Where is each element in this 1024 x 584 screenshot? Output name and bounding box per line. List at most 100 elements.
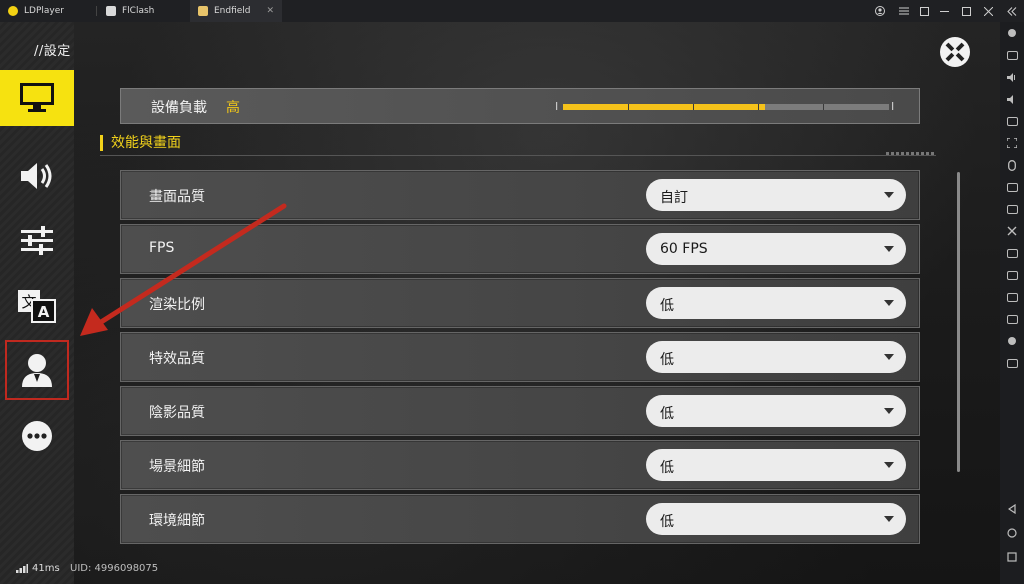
restore-icon[interactable] (914, 0, 934, 22)
volume-down-icon[interactable] (1005, 92, 1019, 106)
section-divider (100, 155, 936, 156)
device-load-value: 高 (226, 100, 240, 116)
tab-label: Endfield (214, 6, 251, 16)
minimize-icon[interactable] (934, 0, 954, 22)
caret-down-icon (884, 300, 894, 306)
setting-row: 環境細節 低 (120, 494, 920, 544)
setting-label: 環境細節 (149, 513, 205, 529)
setting-label: 畫面品質 (149, 189, 205, 205)
maximize-icon[interactable] (956, 0, 976, 22)
keyboard-icon[interactable] (1005, 48, 1019, 62)
caret-down-icon (884, 462, 894, 468)
dropdown-value: 低 (660, 460, 674, 476)
volume-up-icon[interactable] (1005, 70, 1019, 84)
device-load-row: 設備負載 高 I I (120, 88, 920, 124)
sync-icon[interactable] (1005, 356, 1019, 370)
setting-dropdown[interactable]: 低 (646, 287, 906, 319)
recent-apps-icon[interactable] (1005, 550, 1019, 564)
tab-label: FlClash (122, 6, 155, 16)
tab-endfield[interactable]: Endfield ✕ (190, 0, 282, 22)
bar-tick (823, 104, 824, 110)
setting-row: 特效品質 低 (120, 332, 920, 382)
nav-display[interactable] (0, 70, 74, 126)
dropdown-value: 低 (660, 352, 674, 368)
home-circle-icon[interactable] (1005, 526, 1019, 540)
device-load-label: 設備負載 (151, 100, 207, 116)
tab-label: LDPlayer (24, 6, 64, 16)
setting-dropdown[interactable]: 自訂 (646, 179, 906, 211)
section-decoration (886, 152, 936, 155)
back-triangle-icon[interactable] (1005, 502, 1019, 516)
record-video-icon[interactable] (1005, 268, 1019, 282)
nav-controls[interactable] (0, 212, 74, 268)
close-window-icon[interactable] (978, 0, 998, 22)
bar-tick (693, 104, 694, 110)
emulator-toolbar (999, 22, 1024, 584)
user-uid: UID: 4996098075 (70, 563, 159, 574)
tab-flclash[interactable]: FlClash (98, 0, 190, 22)
nav-audio[interactable] (0, 148, 74, 204)
screen-icon[interactable] (1005, 114, 1019, 128)
signal-icon (16, 564, 28, 573)
close-tab-icon[interactable]: ✕ (266, 6, 274, 16)
page-title: //設定 (34, 44, 71, 59)
setting-dropdown[interactable]: 60 FPS (646, 233, 906, 265)
multi-window-icon[interactable] (1005, 246, 1019, 260)
language-icon: 文 A (18, 290, 56, 323)
flclash-logo-icon (106, 6, 116, 16)
scissors-icon[interactable] (1005, 224, 1019, 238)
dropdown-value: 低 (660, 406, 674, 422)
emulator-titlebar: LDPlayer FlClash Endfield ✕ (0, 0, 1024, 23)
bar-tick (628, 104, 629, 110)
screenshot-icon[interactable] (1005, 180, 1019, 194)
dropdown-value: 低 (660, 298, 674, 314)
close-settings-button[interactable] (940, 37, 970, 67)
bar-tick (758, 104, 759, 110)
device-load-bar (563, 104, 889, 110)
setting-row: 場景細節 低 (120, 440, 920, 490)
caret-down-icon (884, 354, 894, 360)
device-load-bar-fill (563, 104, 766, 110)
setting-dropdown[interactable]: 低 (646, 395, 906, 427)
display-icon (20, 83, 54, 112)
setting-row: 渲染比例 低 (120, 278, 920, 328)
setting-dropdown[interactable]: 低 (646, 341, 906, 373)
ping-value: 41ms (32, 563, 60, 574)
bar-bracket-left: I (555, 100, 559, 113)
nav-more[interactable] (0, 408, 74, 464)
caret-down-icon (884, 516, 894, 522)
settings-gear-icon[interactable] (1005, 26, 1019, 40)
settings-scrollbar[interactable] (957, 172, 960, 472)
setting-dropdown[interactable]: 低 (646, 449, 906, 481)
collapse-sidebar-icon[interactable] (1002, 0, 1022, 22)
menu-icon[interactable] (894, 0, 914, 22)
apk-install-icon[interactable] (1005, 290, 1019, 304)
svg-text:A: A (38, 303, 50, 321)
dropdown-value: 60 FPS (660, 241, 708, 257)
mouse-icon[interactable] (1005, 158, 1019, 172)
speaker-icon (21, 163, 52, 189)
close-icon (945, 42, 965, 62)
dropdown-value: 低 (660, 514, 674, 530)
caret-down-icon (884, 408, 894, 414)
setting-label: 渲染比例 (149, 297, 205, 313)
nav-language[interactable]: 文 A (0, 278, 74, 334)
folder-icon[interactable] (1005, 312, 1019, 326)
setting-label: FPS (149, 240, 175, 256)
dropdown-value: 自訂 (660, 190, 688, 206)
ldplayer-logo-icon (8, 6, 18, 16)
setting-label: 陰影品質 (149, 405, 205, 421)
location-pin-icon[interactable] (1005, 334, 1019, 348)
highlight-box (5, 340, 69, 400)
tab-ldplayer[interactable]: LDPlayer (0, 0, 96, 22)
fullscreen-icon[interactable] (1005, 136, 1019, 150)
setting-dropdown[interactable]: 低 (646, 503, 906, 535)
sliders-icon (21, 226, 53, 255)
robot-icon[interactable] (1005, 202, 1019, 216)
game-viewport: 文 A //設定 設備負載 高 I I 效能與畫面 畫面品質 自訂 FPS 60… (0, 22, 1000, 584)
setting-label: 場景細節 (149, 459, 205, 475)
ping-indicator: 41ms (16, 563, 60, 574)
account-circle-icon[interactable] (870, 0, 890, 22)
endfield-logo-icon (198, 6, 208, 16)
more-icon (22, 421, 52, 451)
